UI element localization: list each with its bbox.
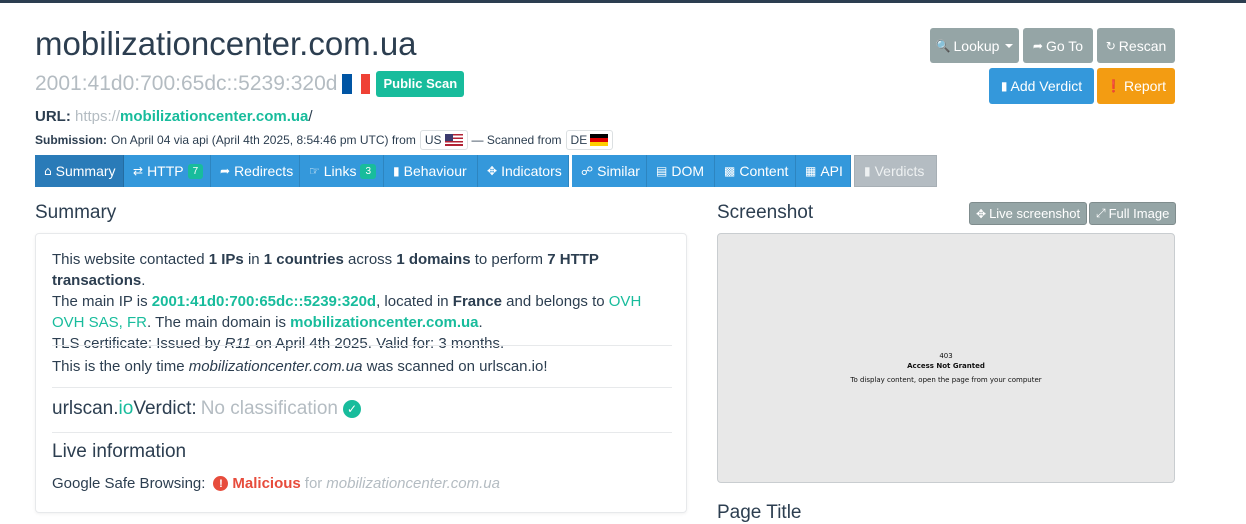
goto-button[interactable]: ➦ Go To bbox=[1023, 28, 1093, 63]
rescan-button[interactable]: ↻ Rescan bbox=[1097, 28, 1175, 63]
screenshot-image[interactable]: 403 Access Not Granted To display conten… bbox=[717, 233, 1175, 483]
list-alt-icon: ▤ bbox=[656, 164, 668, 178]
live-screenshot-button[interactable]: ✥ Live screenshot bbox=[969, 202, 1088, 225]
divider bbox=[52, 387, 672, 388]
expand-icon: ⤢ bbox=[1096, 206, 1106, 220]
comment-icon: ▮ bbox=[393, 164, 400, 178]
tab-group-verdicts: ▮ Verdicts bbox=[854, 155, 937, 187]
submission-text: On April 04 via api (April 4th 2025, 8:5… bbox=[111, 133, 416, 147]
exchange-icon: ⇄ bbox=[133, 164, 144, 178]
main-domain-link[interactable]: mobilizationcenter.com.ua bbox=[290, 314, 478, 331]
page-title: mobilizationcenter.com.ua bbox=[35, 25, 417, 62]
url-link[interactable]: https://mobilizationcenter.com.ua/ bbox=[75, 108, 313, 125]
http-count-badge: 7 bbox=[187, 163, 204, 179]
tab-group-data: ☍ Similar ▤ DOM ▩ Content ▦ API bbox=[572, 155, 851, 187]
crosshairs-icon: ✥ bbox=[487, 164, 498, 178]
links-count-badge: 3 bbox=[360, 163, 377, 179]
check-circle-icon: ✓ bbox=[342, 400, 361, 418]
public-scan-badge: Public Scan bbox=[376, 71, 465, 97]
url-line: URL: https://mobilizationcenter.com.ua/ bbox=[35, 108, 313, 125]
summary-panel: This website contacted 1 IPs in 1 countr… bbox=[35, 233, 687, 513]
country-us[interactable]: US bbox=[419, 130, 468, 150]
submission-line: Submission: On April 04 via api (April 4… bbox=[35, 129, 614, 151]
screenshot-code: 403 bbox=[939, 352, 953, 360]
full-image-button[interactable]: ⤢ Full Image bbox=[1089, 202, 1177, 225]
scanned-from-text: — Scanned from bbox=[471, 133, 562, 147]
home-icon: ⌂ bbox=[44, 164, 52, 178]
tab-verdicts[interactable]: ▮ Verdicts bbox=[854, 155, 937, 187]
refresh-icon: ↻ bbox=[1105, 38, 1116, 53]
tab-group-main: ⌂ Summary ⇄ HTTP 7 ➦ Redirects ☞ Links 3 ▮ Beha… bbox=[35, 155, 569, 187]
divider bbox=[52, 432, 672, 433]
tab-api[interactable]: ▦ API bbox=[796, 155, 851, 187]
summary-paragraph: This website contacted 1 IPs in 1 countr… bbox=[52, 251, 642, 352]
divider bbox=[52, 345, 672, 346]
share-arrow-icon: ➦ bbox=[220, 164, 231, 178]
crosshairs-icon: ✥ bbox=[976, 206, 987, 221]
verdict-value: No classification bbox=[200, 398, 338, 419]
file-icon: ▩ bbox=[724, 164, 736, 178]
gsb-status: Malicious bbox=[232, 475, 301, 492]
page-title-heading: Page Title bbox=[717, 502, 802, 523]
search-icon: 🔍 bbox=[935, 38, 951, 53]
ip-line: 2001:41d0:700:65dc::5239:320d Public Sca… bbox=[35, 69, 465, 99]
tab-similar[interactable]: ☍ Similar bbox=[572, 155, 647, 187]
tab-dom[interactable]: ▤ DOM bbox=[647, 155, 715, 187]
share-arrow-icon: ➦ bbox=[1032, 38, 1043, 53]
url-label: URL: bbox=[35, 108, 71, 125]
screenshot-message: To display content, open the page from y… bbox=[850, 376, 1042, 384]
tab-redirects[interactable]: ➦ Redirects bbox=[211, 155, 300, 187]
screenshot-title: Access Not Granted bbox=[907, 362, 985, 370]
tab-http[interactable]: ⇄ HTTP 7 bbox=[124, 155, 211, 187]
add-verdict-button[interactable]: ▮ Add Verdict bbox=[989, 68, 1094, 104]
live-information-heading: Live information bbox=[52, 441, 187, 462]
report-button[interactable]: ❗ Report bbox=[1097, 68, 1175, 104]
submission-label: Submission: bbox=[35, 133, 108, 147]
tab-links[interactable]: ☞ Links 3 bbox=[300, 155, 384, 187]
lookup-button[interactable]: 🔍 Lookup bbox=[930, 28, 1019, 63]
screenshot-heading: Screenshot bbox=[717, 202, 814, 223]
link-icon: ☍ bbox=[581, 164, 594, 178]
exclamation-circle-icon: ❗ bbox=[1106, 79, 1121, 93]
tab-indicators[interactable]: ✥ Indicators bbox=[478, 155, 569, 187]
tab-summary[interactable]: ⌂ Summary bbox=[35, 155, 124, 187]
caret-down-icon bbox=[1005, 43, 1014, 48]
us-flag-icon bbox=[444, 134, 463, 146]
only-scan-note: This is the only time mobilizationcenter… bbox=[52, 358, 548, 375]
top-border bbox=[0, 0, 1246, 3]
summary-heading: Summary bbox=[35, 202, 117, 223]
qrcode-icon: ▦ bbox=[805, 164, 817, 178]
tab-behaviour[interactable]: ▮ Behaviour bbox=[384, 155, 478, 187]
comment-icon: ▮ bbox=[1000, 79, 1008, 93]
country-de[interactable]: DE bbox=[565, 130, 614, 150]
main-ip: 2001:41d0:700:65dc::5239:320d bbox=[35, 72, 338, 95]
google-safe-browsing-row: Google Safe Browsing: ! Malicious for mo… bbox=[52, 475, 500, 492]
comment-icon: ▮ bbox=[864, 164, 871, 178]
tab-content[interactable]: ▩ Content bbox=[715, 155, 796, 187]
main-ip-link[interactable]: 2001:41d0:700:65dc::5239:320d bbox=[152, 293, 376, 310]
hand-pointer-icon: ☞ bbox=[309, 164, 320, 178]
urlscan-verdict: urlscan. io Verdict: No classification ✓ bbox=[52, 398, 361, 420]
de-flag-icon bbox=[590, 134, 609, 146]
france-flag-icon bbox=[342, 74, 371, 94]
exclamation-circle-icon: ! bbox=[213, 476, 229, 491]
